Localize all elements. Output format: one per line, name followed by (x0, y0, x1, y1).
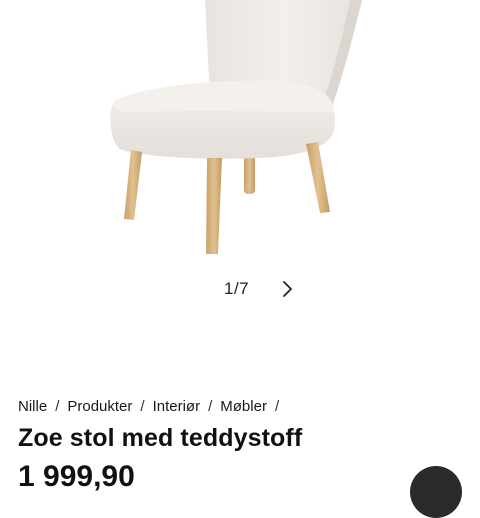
chevron-right-icon (283, 281, 292, 297)
breadcrumb-separator: / (274, 398, 280, 415)
breadcrumb-item-nille[interactable]: Nille (18, 398, 47, 415)
breadcrumb-separator: / (208, 398, 213, 415)
gallery-pager: 1/7 (0, 276, 480, 302)
breadcrumb-separator: / (140, 398, 145, 415)
floating-action-button[interactable] (410, 466, 462, 518)
chair-product-image (110, 0, 362, 254)
breadcrumb-item-interior[interactable]: Interiør (153, 398, 201, 415)
product-image-gallery[interactable] (0, 0, 480, 270)
next-image-button[interactable] (276, 278, 298, 300)
image-counter: 1/7 (224, 279, 250, 298)
product-price: 1 999,90 (18, 460, 135, 493)
breadcrumb-item-produkter[interactable]: Produkter (67, 398, 132, 415)
breadcrumb-item-mobler[interactable]: Møbler (220, 398, 267, 415)
breadcrumb-separator: / (55, 398, 60, 415)
breadcrumb: Nille / Produkter / Interiør / Møbler / (18, 398, 287, 415)
product-title: Zoe stol med teddystoff (18, 424, 303, 452)
